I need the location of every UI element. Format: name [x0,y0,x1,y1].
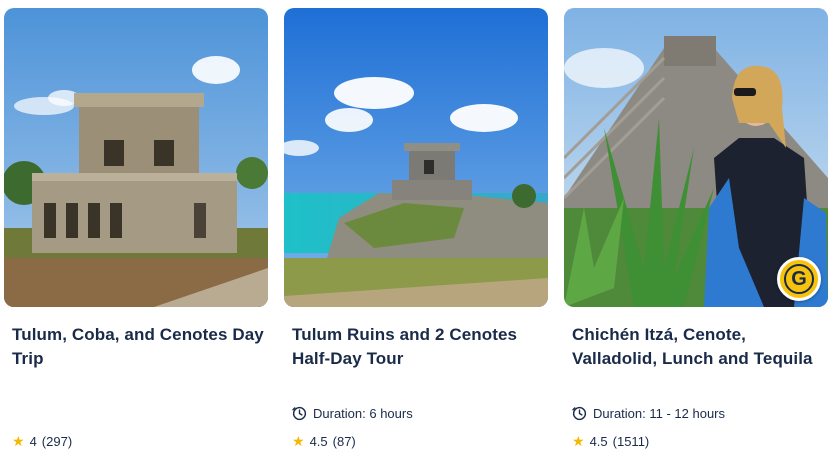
clock-icon [292,406,307,420]
review-count: (1511) [612,433,650,449]
tour-card[interactable]: Tulum, Coba, and Cenotes Day Trip ★ 4 (2… [4,8,268,460]
rating-value: 4.5 [309,433,328,449]
review-count: (87) [332,433,356,449]
tour-duration: Duration: 11 - 12 hours [572,404,725,422]
star-icon: ★ [292,433,305,449]
tour-rating: ★ 4 (297) [12,432,72,450]
rating-value: 4 [29,433,37,449]
duration-text: Duration: 6 hours [313,405,413,421]
tour-rating: ★ 4.5 (1511) [572,432,649,450]
badge-icon: G [777,257,821,301]
badge-letter: G [784,264,814,294]
tour-title[interactable]: Chichén Itzá, Cenote, Valladolid, Lunch … [572,323,824,371]
star-icon: ★ [12,433,25,449]
review-count: (297) [41,433,73,449]
mayan-ruins-photo [4,8,268,307]
star-icon: ★ [572,433,585,449]
tour-card[interactable]: G Chichén Itzá, Cenote, Valladolid, Lunc… [564,8,828,460]
tour-title[interactable]: Tulum Ruins and 2 Cenotes Half-Day Tour [292,323,544,371]
tour-card[interactable]: Tulum Ruins and 2 Cenotes Half-Day Tour … [284,8,548,460]
tour-card-image[interactable]: G [564,8,828,307]
coastal-ruins-photo [284,8,548,307]
rating-value: 4.5 [589,433,608,449]
tour-card-image[interactable] [4,8,268,307]
tour-card-grid: Tulum, Coba, and Cenotes Day Trip ★ 4 (2… [0,0,832,467]
tour-title[interactable]: Tulum, Coba, and Cenotes Day Trip [12,323,264,371]
duration-text: Duration: 11 - 12 hours [593,405,725,421]
tour-duration: Duration: 6 hours [292,404,413,422]
tour-card-image[interactable] [284,8,548,307]
tour-rating: ★ 4.5 (87) [292,432,356,450]
clock-icon [572,406,587,420]
